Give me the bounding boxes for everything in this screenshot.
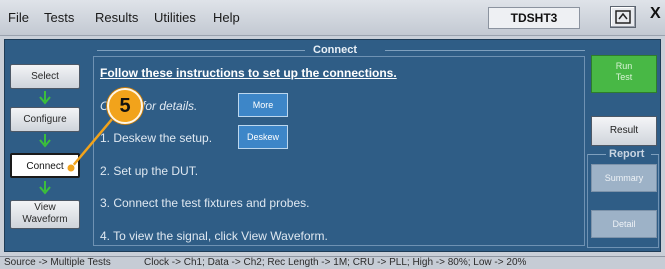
arrow-down-icon [39,181,51,195]
result-button[interactable]: Result [591,116,657,146]
step-deskew: 1. Deskew the setup. [100,131,213,145]
run-test-label-line2: Test [615,72,633,82]
status-config: Clock -> Ch1; Data -> Ch2; Rec Length ->… [144,257,527,268]
menu-bar: File Tests Results Utilities Help TDSHT3… [0,0,665,36]
connect-panel: Connect Select Configure Connect View Wa… [4,39,661,252]
window-restore-button[interactable] [610,6,636,28]
select-button[interactable]: Select [10,64,80,89]
deskew-button[interactable]: Deskew [238,125,288,149]
detail-button[interactable]: Detail [591,210,657,238]
menu-tests[interactable]: Tests [44,10,74,25]
run-test-label-line1: Run [615,61,633,71]
report-divider [651,154,659,155]
report-group-label: Report [609,148,645,160]
close-icon[interactable]: X [650,5,661,23]
menu-results[interactable]: Results [95,10,138,25]
arrow-down-icon [39,134,51,148]
arrow-down-icon [39,91,51,105]
instrument-name: TDSHT3 [488,7,580,29]
menu-file[interactable]: File [8,10,29,25]
window-restore-icon [615,10,631,24]
instructions-headline: Follow these instructions to set up the … [100,66,397,80]
report-divider [588,154,606,155]
status-source: Source -> Multiple Tests [4,257,111,268]
callout-badge: 5 [107,88,143,124]
step-view-signal: 4. To view the signal, click View Wavefo… [100,229,328,243]
menu-help[interactable]: Help [213,10,240,25]
view-waveform-label-line2: Waveform [22,214,68,225]
configure-button[interactable]: Configure [10,107,80,132]
panel-title: Connect [313,44,357,56]
view-waveform-label-line1: View [34,202,56,213]
step-connect-fixtures: 3. Connect the test fixtures and probes. [100,196,310,210]
run-test-button[interactable]: Run Test [591,55,657,93]
instructions-frame [93,56,585,246]
title-divider [97,50,305,51]
title-divider [385,50,585,51]
menu-utilities[interactable]: Utilities [154,10,196,25]
view-waveform-button[interactable]: View Waveform [10,200,80,229]
step-setup-dut: 2. Set up the DUT. [100,164,199,178]
step-details-suffix: for details. [142,99,198,113]
status-bar: Source -> Multiple Tests Clock -> Ch1; D… [0,256,665,269]
more-button[interactable]: More [238,93,288,117]
connect-button[interactable]: Connect [10,153,80,178]
summary-button[interactable]: Summary [591,164,657,192]
